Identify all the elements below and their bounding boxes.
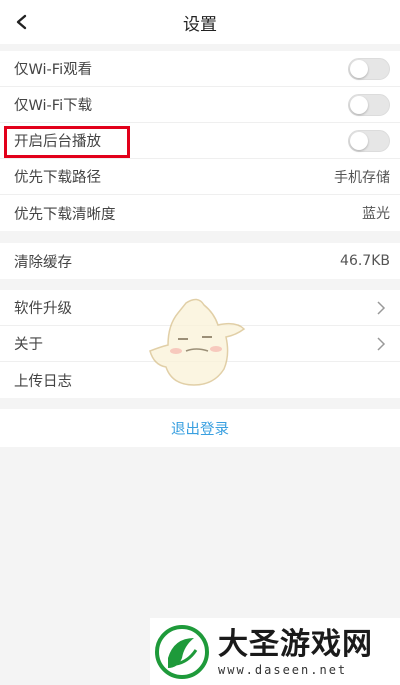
setting-label: 关于 xyxy=(14,337,43,353)
settings-group-cache: 清除缓存 46.7KB xyxy=(0,243,400,279)
toggle-knob xyxy=(350,131,368,150)
wifi-only-download-toggle[interactable] xyxy=(348,93,390,116)
setting-label: 上传日志 xyxy=(14,373,72,390)
toggle-knob xyxy=(350,95,368,114)
background-play-toggle[interactable] xyxy=(348,129,390,152)
logout-label: 退出登录 xyxy=(171,421,229,438)
setting-label: 软件升级 xyxy=(14,301,72,317)
logout-button[interactable]: 退出登录 xyxy=(0,409,400,447)
setting-label: 仅Wi-Fi观看 xyxy=(14,62,93,78)
back-chevron-icon xyxy=(16,14,27,30)
site-name: 大圣游戏网 xyxy=(218,626,373,662)
top-bar: 设置 xyxy=(0,0,400,44)
back-button[interactable] xyxy=(8,8,36,36)
setting-label: 清除缓存 xyxy=(14,254,72,271)
setting-wifi-only-watch: 仅Wi-Fi观看 xyxy=(0,51,400,87)
mascot-watermark-icon xyxy=(149,298,246,386)
site-url: www.daseen.net xyxy=(218,662,348,677)
cache-size-value: 46.7KB xyxy=(340,253,390,269)
setting-clear-cache[interactable]: 清除缓存 46.7KB xyxy=(0,243,400,279)
page-title: 设置 xyxy=(183,14,217,35)
wifi-only-watch-toggle[interactable] xyxy=(348,57,390,80)
setting-label: 仅Wi-Fi下载 xyxy=(14,98,93,114)
chevron-right-icon xyxy=(376,336,390,351)
setting-label: 开启后台播放 xyxy=(14,134,101,150)
toggle-knob xyxy=(350,59,368,78)
setting-background-play: 开启后台播放 xyxy=(0,123,400,159)
setting-label: 优先下载路径 xyxy=(14,170,101,186)
setting-value: 蓝光 xyxy=(362,206,390,222)
setting-label: 优先下载清晰度 xyxy=(14,206,116,223)
setting-value: 手机存储 xyxy=(334,169,390,186)
site-logo-icon xyxy=(155,624,209,679)
setting-wifi-only-download: 仅Wi-Fi下载 xyxy=(0,87,400,123)
setting-download-quality[interactable]: 优先下载清晰度 蓝光 xyxy=(0,195,400,231)
site-watermark: 大圣游戏网 www.daseen.net xyxy=(150,618,400,685)
settings-group-playback: 仅Wi-Fi观看 仅Wi-Fi下载 开启后台播放 优先下载路径 手机存储 优先下… xyxy=(0,51,400,231)
setting-download-path[interactable]: 优先下载路径 手机存储 xyxy=(0,159,400,195)
chevron-right-icon xyxy=(376,300,390,315)
